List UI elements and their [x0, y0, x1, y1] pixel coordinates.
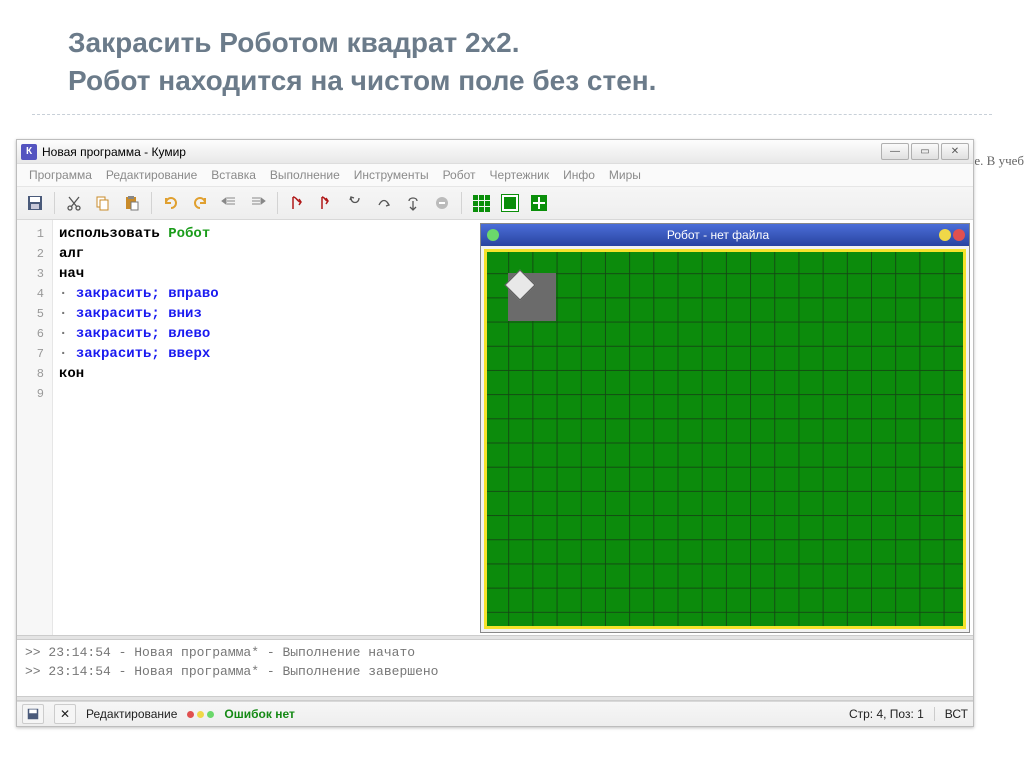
line-number: 1 [17, 224, 52, 244]
menu-tools[interactable]: Инструменты [348, 166, 435, 184]
console-line: >> 23:14:54 - Новая программа* - Выполне… [25, 663, 965, 682]
menu-info[interactable]: Инфо [557, 166, 601, 184]
sb-insert-mode: ВСТ [945, 707, 968, 721]
output-console[interactable]: >> 23:14:54 - Новая программа* - Выполне… [17, 640, 973, 696]
title-divider [32, 114, 992, 115]
cut-icon[interactable] [61, 190, 87, 216]
robot-win-dot-yellow[interactable] [939, 229, 951, 241]
undo-icon[interactable] [158, 190, 184, 216]
paste-icon[interactable] [119, 190, 145, 216]
line-number: 4 [17, 284, 52, 304]
line-number: 5 [17, 304, 52, 324]
run-small-icon[interactable] [313, 190, 339, 216]
line-number: 6 [17, 324, 52, 344]
sb-mode: Редактирование [86, 707, 177, 721]
sb-errors: Ошибок нет [224, 707, 294, 721]
menu-robot[interactable]: Робот [437, 166, 482, 184]
step-in-icon[interactable] [342, 190, 368, 216]
statusbar: ✕ Редактирование Ошибок нет Стр: 4, Поз:… [17, 701, 973, 726]
menu-program[interactable]: Программа [23, 166, 98, 184]
sb-position: Стр: 4, Поз: 1 [849, 707, 924, 721]
step-out-icon[interactable] [400, 190, 426, 216]
square-icon[interactable] [497, 190, 523, 216]
console-line: >> 23:14:54 - Новая программа* - Выполне… [25, 644, 965, 663]
menu-drafter[interactable]: Чертежник [484, 166, 556, 184]
toolbar [17, 187, 973, 220]
robot-field[interactable] [484, 249, 966, 629]
window-controls: — ▭ ✕ [881, 143, 969, 160]
window-title: Новая программа - Кумир [42, 145, 186, 159]
window-titlebar[interactable]: К Новая программа - Кумир — ▭ ✕ [17, 140, 973, 164]
painted-cell [508, 297, 532, 321]
painted-cell [532, 297, 556, 321]
menu-worlds[interactable]: Миры [603, 166, 647, 184]
menubar: Программа Редактирование Вставка Выполне… [17, 164, 973, 187]
robot-window[interactable]: Робот - нет файла [480, 223, 970, 633]
robot-win-dot-red[interactable] [953, 229, 965, 241]
redo-icon[interactable] [187, 190, 213, 216]
app-icon: К [21, 144, 37, 160]
robot-window-title: Робот - нет файла [499, 228, 937, 242]
minimize-button[interactable]: — [881, 143, 909, 160]
slide-title-line2: Робот находится на чистом поле без стен. [68, 65, 656, 96]
line-number: 3 [17, 264, 52, 284]
copy-icon[interactable] [90, 190, 116, 216]
indent-right-icon[interactable] [245, 190, 271, 216]
menu-editing[interactable]: Редактирование [100, 166, 203, 184]
grid-icon[interactable] [468, 190, 494, 216]
menu-insert[interactable]: Вставка [205, 166, 262, 184]
app-window: К Новая программа - Кумир — ▭ ✕ Программ… [16, 139, 974, 727]
sb-save-icon[interactable] [22, 704, 44, 724]
slide-title-line1: Закрасить Роботом квадрат 2х2. [68, 27, 520, 58]
menu-execution[interactable]: Выполнение [264, 166, 346, 184]
robot-win-dot-green[interactable] [487, 229, 499, 241]
slide-title: Закрасить Роботом квадрат 2х2. Робот нах… [0, 0, 1024, 110]
line-number: 2 [17, 244, 52, 264]
traffic-light-icon [187, 711, 214, 718]
line-number: 9 [17, 384, 52, 404]
new-env-icon[interactable] [526, 190, 552, 216]
line-number-gutter: 1 2 3 4 5 6 7 8 9 [17, 220, 53, 635]
line-number: 7 [17, 344, 52, 364]
editor-area: 1 2 3 4 5 6 7 8 9 использовать Робот алг… [17, 220, 973, 635]
maximize-button[interactable]: ▭ [911, 143, 939, 160]
indent-left-icon[interactable] [216, 190, 242, 216]
close-button[interactable]: ✕ [941, 143, 969, 160]
save-icon[interactable] [22, 190, 48, 216]
sb-close-icon[interactable]: ✕ [54, 704, 76, 724]
step-over-icon[interactable] [371, 190, 397, 216]
line-number: 8 [17, 364, 52, 384]
run-big-icon[interactable] [284, 190, 310, 216]
robot-titlebar[interactable]: Робот - нет файла [481, 224, 969, 246]
stop-icon[interactable] [429, 190, 455, 216]
robot-grid [484, 249, 966, 629]
painted-cell [532, 273, 556, 297]
